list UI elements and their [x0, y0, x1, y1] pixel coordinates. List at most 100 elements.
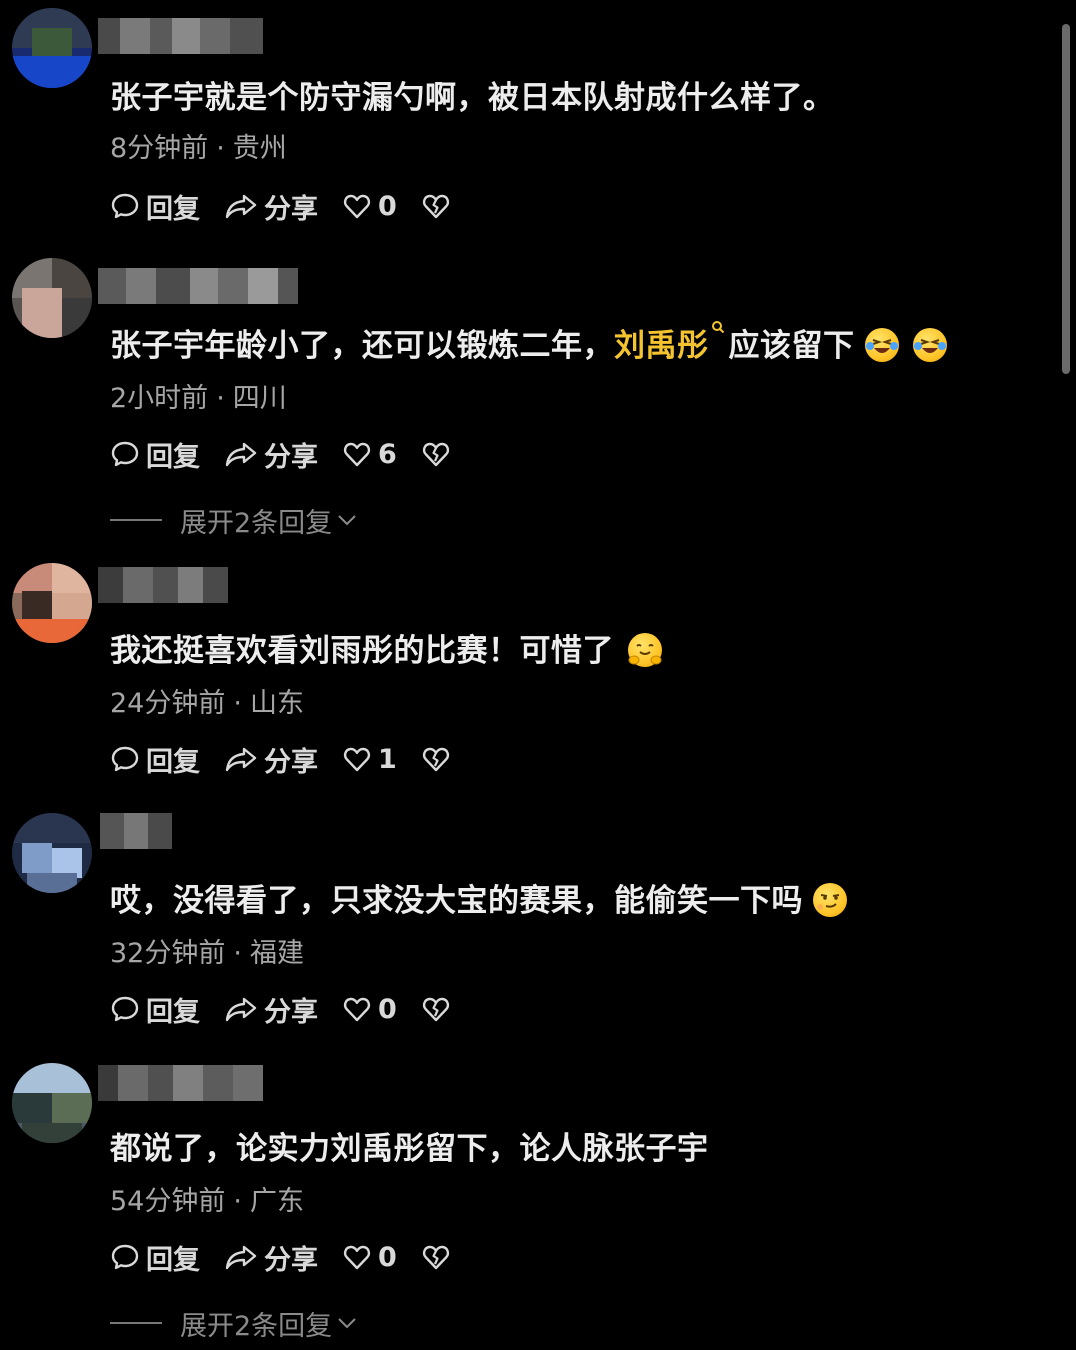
avatar[interactable] [12, 8, 92, 88]
reply-label: 回复 [146, 193, 200, 225]
comment-bubble-icon [111, 193, 139, 219]
like-count: 0 [378, 1241, 397, 1273]
expand-divider-line [110, 1322, 162, 1324]
avatar[interactable] [12, 813, 92, 893]
share-button[interactable]: 分享 [224, 435, 318, 474]
comment-text: 哎，没得看了，只求没大宝的赛果，能偷笑一下吗 [110, 875, 847, 920]
reply-label: 回复 [146, 746, 200, 778]
like-button[interactable]: 0 [342, 1242, 397, 1273]
share-arrow-icon [225, 997, 257, 1022]
heart-icon [343, 747, 371, 772]
chevron-down-icon [338, 515, 356, 526]
broken-heart-icon [422, 442, 449, 467]
comment-location: 福建 [249, 938, 304, 969]
share-button[interactable]: 分享 [224, 187, 318, 226]
expand-replies-button[interactable]: 展开2条回复 [110, 502, 358, 539]
comment-bubble-icon [111, 996, 139, 1022]
share-arrow-icon [225, 747, 257, 772]
meta-separator: · [216, 383, 225, 414]
like-count: 0 [378, 190, 397, 222]
like-button[interactable]: 0 [342, 994, 397, 1025]
reply-label: 回复 [146, 441, 200, 473]
comment-actions: 回复 分享 6 [110, 434, 457, 474]
share-arrow-icon [225, 194, 257, 219]
username-blurred [98, 1065, 263, 1101]
reply-label: 回复 [146, 996, 200, 1028]
expand-divider-line [110, 519, 162, 521]
username-blurred [98, 268, 298, 304]
highlighted-name-link[interactable]: 刘禹彤 [614, 328, 709, 364]
reply-label: 回复 [146, 1244, 200, 1276]
scrollbar-thumb[interactable] [1062, 24, 1070, 374]
comment-item: 哎，没得看了，只求没大宝的赛果，能偷笑一下吗 32分钟前 · 福建 回复 分享 0 [0, 805, 1060, 1050]
username-blurred [98, 18, 263, 54]
comment-item: 我还挺喜欢看刘雨彤的比赛！可惜了 24分钟前 · 山东 回复 分享 1 [0, 555, 1060, 795]
reply-button[interactable]: 回复 [110, 435, 200, 474]
broken-heart-icon [422, 747, 449, 772]
comment-text: 张子宇年龄小了，还可以锻炼二年，刘禹彤 应该留下 [110, 320, 947, 365]
reply-button[interactable]: 回复 [110, 740, 200, 779]
like-button[interactable]: 0 [342, 191, 397, 222]
like-button[interactable]: 1 [342, 744, 397, 775]
like-button[interactable]: 6 [342, 439, 397, 470]
share-label: 分享 [264, 1244, 318, 1276]
comment-bubble-icon [111, 746, 139, 772]
dislike-button[interactable] [421, 439, 457, 469]
reply-button[interactable]: 回复 [110, 187, 200, 226]
share-label: 分享 [264, 996, 318, 1028]
comment-time: 8分钟前 [110, 133, 209, 164]
reply-button[interactable]: 回复 [110, 990, 200, 1029]
like-count: 0 [378, 993, 397, 1025]
search-icon[interactable] [711, 320, 725, 338]
share-button[interactable]: 分享 [224, 740, 318, 779]
dislike-button[interactable] [421, 191, 457, 221]
comment-bubble-icon [111, 1244, 139, 1270]
chevron-down-icon [338, 1318, 356, 1329]
avatar[interactable] [12, 563, 92, 643]
meta-separator: · [233, 688, 242, 719]
share-label: 分享 [264, 441, 318, 473]
like-count: 6 [378, 438, 397, 470]
dislike-button[interactable] [421, 744, 457, 774]
like-count: 1 [378, 743, 397, 775]
comment-time: 54分钟前 [110, 1186, 226, 1217]
laughing-tears-emoji [864, 328, 899, 362]
comment-meta: 24分钟前 · 山东 [110, 681, 304, 720]
comment-meta: 2小时前 · 四川 [110, 376, 287, 415]
comment-item: 张子宇就是个防守漏勺啊，被日本队射成什么样了。 8分钟前 · 贵州 回复 分享 0 [0, 0, 1060, 245]
laughing-tears-emoji [912, 328, 947, 362]
smirk-emoji [813, 883, 847, 917]
comment-actions: 回复 分享 0 [110, 186, 457, 226]
avatar[interactable] [12, 258, 92, 338]
reply-button[interactable]: 回复 [110, 1238, 200, 1277]
expand-replies-button[interactable]: 展开2条回复 [110, 1305, 358, 1342]
comment-location: 广东 [249, 1186, 304, 1217]
comment-meta: 8分钟前 · 贵州 [110, 126, 287, 165]
share-button[interactable]: 分享 [224, 990, 318, 1029]
comment-time: 2小时前 [110, 383, 209, 414]
avatar[interactable] [12, 1063, 92, 1143]
meta-separator: · [233, 938, 242, 969]
heart-icon [343, 1245, 371, 1270]
dislike-button[interactable] [421, 1242, 457, 1272]
comment-location: 山东 [249, 688, 304, 719]
share-button[interactable]: 分享 [224, 1238, 318, 1277]
expand-replies-label: 展开2条回复 [180, 507, 333, 539]
hugging-face-emoji [628, 633, 662, 667]
comment-time: 32分钟前 [110, 938, 226, 969]
username-blurred [98, 567, 228, 603]
broken-heart-icon [422, 997, 449, 1022]
username-blurred [100, 813, 172, 849]
comment-text: 张子宇就是个防守漏勺啊，被日本队射成什么样了。 [110, 80, 835, 116]
heart-icon [343, 194, 371, 219]
heart-icon [343, 442, 371, 467]
expand-replies-label: 展开2条回复 [180, 1310, 333, 1342]
dislike-button[interactable] [421, 994, 457, 1024]
comment-item: 张子宇年龄小了，还可以锻炼二年，刘禹彤 应该留下 2小时前 · 四川 回复 分享 6 [0, 250, 1060, 550]
share-label: 分享 [264, 746, 318, 778]
meta-separator: · [233, 1186, 242, 1217]
share-arrow-icon [225, 1245, 257, 1270]
meta-separator: · [216, 133, 225, 164]
comment-item: 都说了，论实力刘禹彤留下，论人脉张子宇 54分钟前 · 广东 回复 分享 0 展… [0, 1055, 1060, 1350]
comment-meta: 32分钟前 · 福建 [110, 931, 304, 970]
